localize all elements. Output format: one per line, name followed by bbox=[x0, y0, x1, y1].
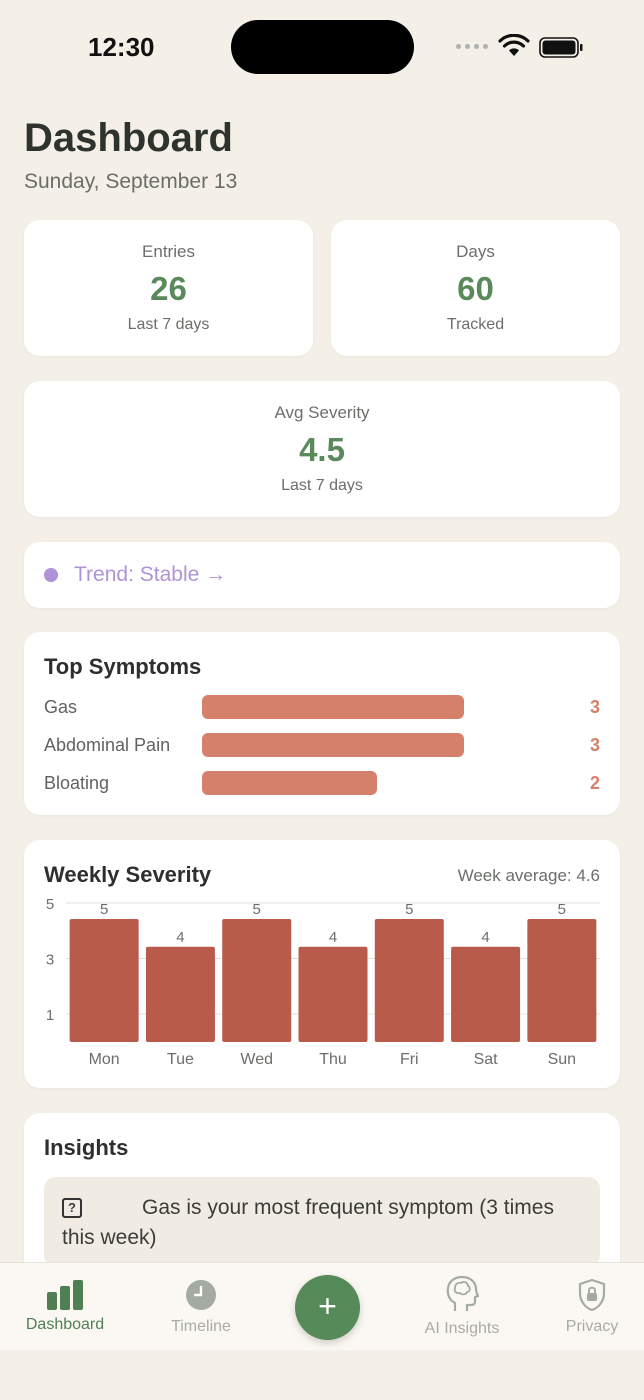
status-bar: 12:30 bbox=[0, 0, 644, 96]
x-tick-label: Tue bbox=[167, 1051, 194, 1068]
section-title: Top Symptoms bbox=[44, 654, 202, 679]
symptom-row: Gas 3 bbox=[44, 695, 600, 721]
page-title: Dashboard bbox=[24, 116, 233, 160]
page-date: Sunday, September 13 bbox=[24, 170, 238, 193]
chart-bar bbox=[527, 919, 597, 1042]
y-tick-label: 1 bbox=[46, 1007, 54, 1024]
y-tick-label: 5 bbox=[46, 896, 54, 913]
top-symptoms-card: Top Symptoms Gas 3 Abdominal Pain 3 Bloating… bbox=[24, 632, 620, 815]
weekly-severity-card: Weekly Severity Week average: 4.6 5 3 1 5 Mo… bbox=[24, 840, 620, 1088]
stat-card-avg-severity: Avg Severity 4.5 Last 7 days bbox=[24, 381, 620, 517]
trend-dot-icon bbox=[44, 568, 58, 582]
x-tick-label: Sat bbox=[474, 1051, 499, 1068]
stat-card-days: Days 60 Tracked bbox=[331, 220, 620, 356]
stat-value: 60 bbox=[457, 270, 494, 307]
symptom-count: 3 bbox=[589, 697, 600, 717]
chart-bar bbox=[145, 946, 215, 1042]
x-tick-label: Wed bbox=[240, 1051, 273, 1068]
trend-card[interactable]: Trend: Stable → bbox=[24, 542, 620, 608]
chart-bar bbox=[69, 919, 139, 1042]
clock-icon bbox=[186, 1280, 216, 1310]
stat-sub: Tracked bbox=[446, 316, 505, 333]
tab-dashboard[interactable]: Dashboard bbox=[5, 1263, 125, 1351]
bar-value-label: 4 bbox=[329, 929, 337, 946]
stat-label: Entries bbox=[142, 242, 195, 261]
trend-text: Trend: Stable → bbox=[74, 563, 227, 586]
bar-value-label: 5 bbox=[100, 901, 108, 918]
symptom-row: Abdominal Pain 3 bbox=[44, 733, 600, 759]
x-tick-label: Thu bbox=[319, 1051, 347, 1068]
chart-bar bbox=[374, 919, 444, 1042]
symptom-count: 3 bbox=[589, 735, 600, 755]
status-time: 12:30 bbox=[88, 32, 155, 62]
bar-value-label: 5 bbox=[558, 901, 566, 918]
shield-lock-icon bbox=[578, 1278, 606, 1312]
question-icon: ? bbox=[62, 1198, 82, 1218]
bar-value-label: 4 bbox=[481, 929, 489, 946]
brain-head-icon bbox=[446, 1275, 479, 1311]
tab-label: Privacy bbox=[565, 1318, 619, 1335]
stat-sub: Last 7 days bbox=[281, 477, 363, 494]
symptom-count: 2 bbox=[589, 773, 600, 793]
symptom-bar bbox=[202, 695, 464, 719]
dynamic-island bbox=[231, 20, 414, 74]
section-title: Insights bbox=[44, 1135, 129, 1160]
symptom-label: Gas bbox=[44, 697, 78, 717]
symptom-label: Bloating bbox=[44, 773, 110, 793]
tab-timeline[interactable]: Timeline bbox=[141, 1263, 261, 1351]
stat-card-entries: Entries 26 Last 7 days bbox=[24, 220, 313, 356]
tab-label: AI Insights bbox=[424, 1320, 500, 1337]
tab-privacy[interactable]: Privacy bbox=[532, 1263, 644, 1351]
symptom-bar bbox=[202, 733, 464, 757]
symptom-row: Bloating 2 bbox=[44, 771, 600, 797]
battery-icon bbox=[539, 37, 583, 58]
x-tick-label: Fri bbox=[400, 1051, 419, 1068]
insight-item[interactable]: ? Gas is your most frequent symptom (3 ti… bbox=[44, 1177, 600, 1267]
insight-text: Gas is your most frequent symptom (3 tim… bbox=[62, 1196, 554, 1249]
chart-bar bbox=[451, 946, 521, 1042]
bar-value-label: 5 bbox=[253, 901, 261, 918]
tab-label: Dashboard bbox=[25, 1316, 105, 1333]
stat-value: 4.5 bbox=[299, 431, 345, 468]
cellular-signal-icon bbox=[456, 44, 488, 49]
symptom-bar bbox=[202, 771, 377, 795]
stat-label: Avg Severity bbox=[274, 403, 370, 422]
tab-label: Timeline bbox=[171, 1318, 231, 1335]
y-tick-label: 3 bbox=[46, 952, 54, 969]
home-indicator-area bbox=[0, 1350, 644, 1400]
x-tick-label: Mon bbox=[89, 1051, 120, 1068]
chart-bars-icon bbox=[47, 1280, 83, 1310]
stat-sub: Last 7 days bbox=[127, 316, 210, 333]
weekly-severity-chart: 5 3 1 5 Mon 4 Tue 5 Wed 4 Thu 5 Fri 4 Sat 5 Sun bbox=[46, 896, 600, 1068]
chart-bar bbox=[298, 946, 368, 1042]
stat-value: 26 bbox=[150, 270, 187, 307]
symptom-label: Abdominal Pain bbox=[44, 735, 171, 755]
bar-value-label: 4 bbox=[176, 929, 184, 946]
wifi-icon bbox=[498, 34, 530, 56]
tab-bar: Dashboard Timeline + AI Insights Privacy bbox=[0, 1262, 644, 1350]
chart-bar bbox=[222, 919, 292, 1042]
tab-ai-insights[interactable]: AI Insights bbox=[402, 1263, 522, 1351]
bar-value-label: 5 bbox=[405, 901, 413, 918]
x-tick-label: Sun bbox=[548, 1051, 576, 1068]
add-entry-button[interactable]: + bbox=[295, 1275, 360, 1340]
stat-label: Days bbox=[456, 242, 495, 261]
